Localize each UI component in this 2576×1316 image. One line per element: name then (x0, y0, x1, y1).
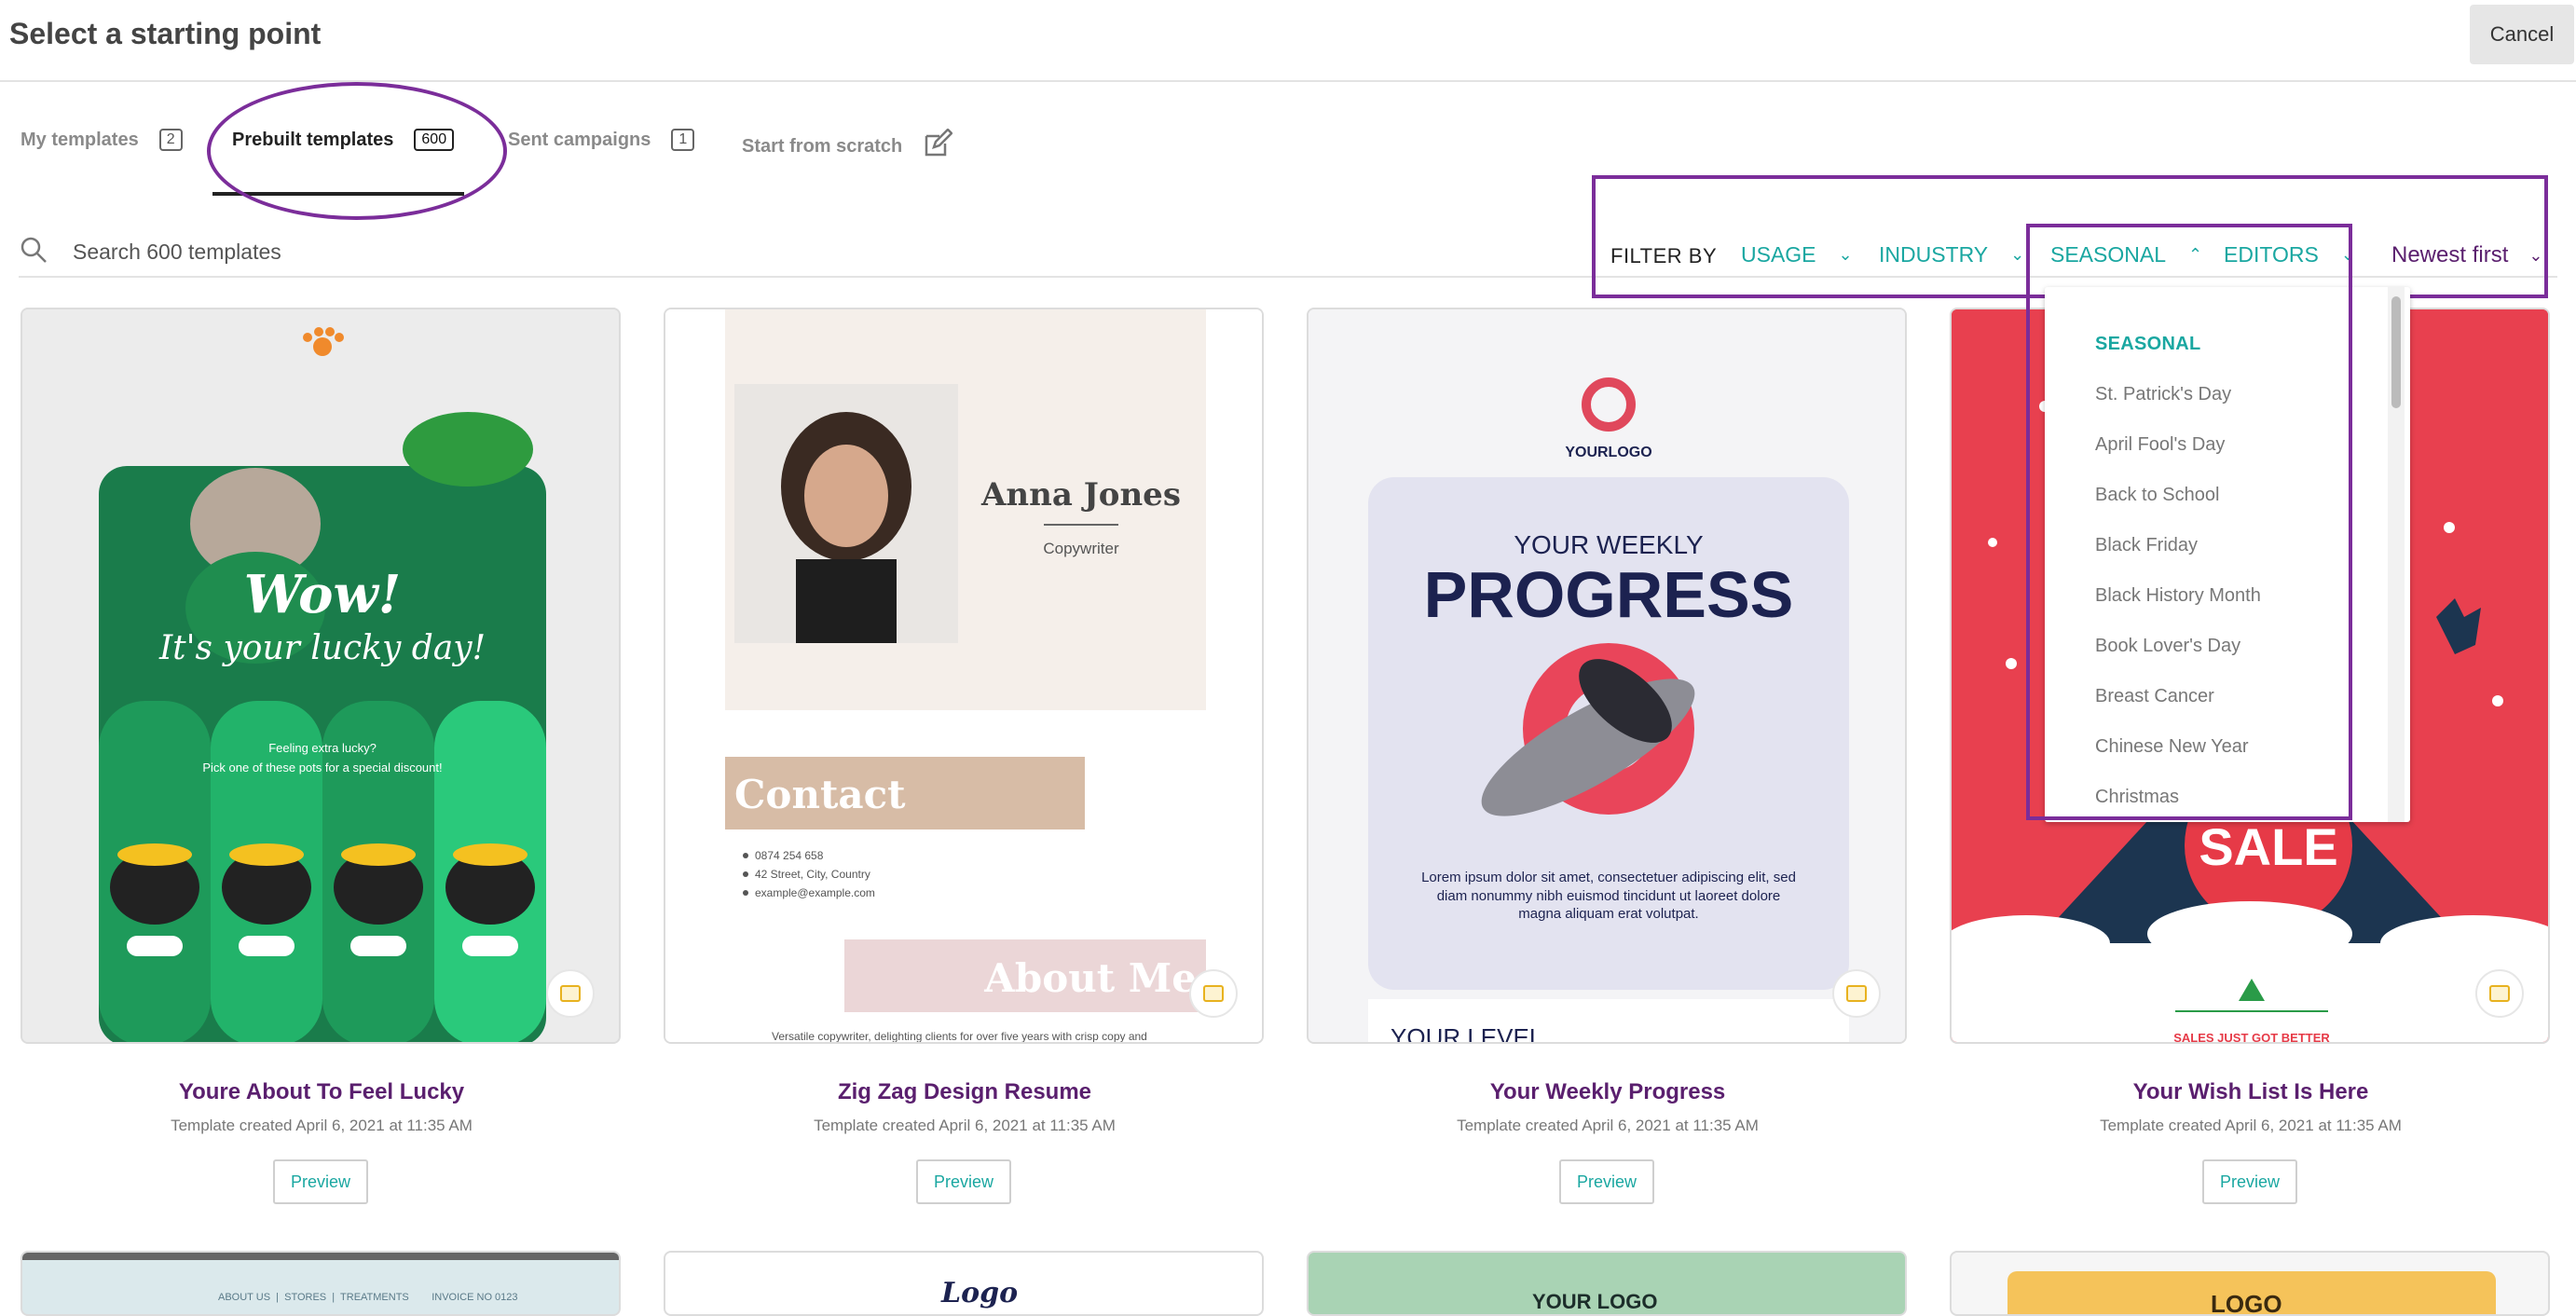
thumb-headline-1: Wow! (244, 564, 401, 625)
template-meta: Template created April 6, 2021 at 11:35 … (2100, 1117, 2402, 1134)
template-meta: Template created April 6, 2021 at 11:35 … (814, 1117, 1116, 1134)
template-meta: Template created April 6, 2021 at 11:35 … (171, 1117, 473, 1134)
thumb-person-name: Anna Jones (980, 476, 1181, 514)
edit-icon (923, 128, 954, 164)
tab-label: Sent campaigns (508, 129, 651, 150)
tab-label: My templates (21, 129, 139, 150)
thumb-body: Lorem ipsum dolor sit amet, consectetuer… (1421, 870, 1796, 922)
template-type-icon (1832, 969, 1881, 1018)
preview-button[interactable]: Preview (273, 1159, 368, 1204)
tab-label: Start from scratch (742, 135, 903, 157)
thumb-bio: Versatile copywriter, delighting clients… (772, 1030, 1147, 1043)
thumb-body-2: Pick one of these pots for a special dis… (202, 761, 442, 775)
template-name: Your Weekly Progress (1489, 1079, 1726, 1104)
thumb-text: ABOUT US | STORES | TREATMENTS INVOICE N… (218, 1292, 518, 1303)
thumb-kicker: YOUR WEEKLY (1514, 530, 1704, 559)
template-card-resume[interactable]: Anna Jones Copywriter Contact 0874 254 6… (664, 308, 1264, 1044)
thumb-footer: YOUR LEVEL (1391, 1023, 1542, 1044)
template-card-row2-2[interactable]: Logo (664, 1251, 1264, 1316)
template-type-icon (546, 969, 595, 1018)
tab-count: 2 (158, 129, 183, 151)
thumb-text: LOGO (2211, 1290, 2282, 1316)
template-thumbnail: Wow! It's your lucky day! Feeling extra … (22, 309, 619, 1042)
thumb-phone: 0874 254 658 (755, 849, 824, 862)
template-meta: Template created April 6, 2021 at 11:35 … (1457, 1117, 1759, 1134)
thumb-role: Copywriter (1043, 540, 1119, 557)
template-name: Youre About To Feel Lucky (178, 1079, 465, 1104)
scrollbar-thumb[interactable] (2391, 296, 2401, 408)
cancel-button[interactable]: Cancel (2470, 5, 2574, 64)
annotation-box-dropdown (2026, 224, 2352, 820)
preview-button[interactable]: Preview (916, 1159, 1011, 1204)
template-card-row2-4[interactable]: LOGO (1950, 1251, 2550, 1316)
thumb-strip (22, 1253, 619, 1260)
top-bar: Select a starting point Cancel (0, 0, 2576, 82)
tab-my-templates[interactable]: My templates 2 (21, 129, 183, 151)
thumb-about: About Me (983, 955, 1197, 1001)
thumb-text: YOUR LOGO (1532, 1290, 1658, 1313)
template-card-lucky[interactable]: Wow! It's your lucky day! Feeling extra … (21, 308, 621, 1044)
template-type-icon (1189, 969, 1238, 1018)
thumb-address: 42 Street, City, Country (755, 868, 870, 881)
thumb-logo: YOURLOGO (1565, 445, 1651, 460)
thumb-contact: Contact (734, 772, 906, 817)
template-card-progress[interactable]: YOURLOGO YOUR WEEKLY PROGRESS Lorem ipsu… (1307, 308, 1907, 1044)
thumb-sale: SALE (2199, 817, 2337, 876)
template-card-row2-3[interactable]: YOUR LOGO (1307, 1251, 1907, 1316)
search-bar[interactable]: Search 600 templates (19, 235, 281, 269)
search-input[interactable]: Search 600 templates (73, 240, 281, 265)
template-name: Zig Zag Design Resume (837, 1079, 1092, 1104)
page-title: Select a starting point (9, 17, 322, 50)
thumb-email: example@example.com (755, 886, 875, 899)
search-icon (19, 235, 48, 269)
preview-button[interactable]: Preview (2202, 1159, 2297, 1204)
thumb-tagline: SALES JUST GOT BETTER (2173, 1031, 2330, 1044)
thumb-body-1: Feeling extra lucky? (268, 741, 377, 755)
tab-sent-campaigns[interactable]: Sent campaigns 1 (508, 129, 695, 151)
annotation-circle (207, 82, 507, 220)
tab-start-from-scratch[interactable]: Start from scratch (742, 128, 954, 164)
template-card-row2-1[interactable]: ABOUT US | STORES | TREATMENTS INVOICE N… (21, 1251, 621, 1316)
template-name: Your Wish List Is Here (2132, 1079, 2369, 1104)
template-type-icon (2475, 969, 2524, 1018)
tab-count: 1 (671, 129, 695, 151)
thumb-headline: PROGRESS (1424, 558, 1794, 631)
template-thumbnail: Anna Jones Copywriter Contact 0874 254 6… (665, 309, 1262, 1043)
template-thumbnail: YOURLOGO YOUR WEEKLY PROGRESS Lorem ipsu… (1309, 309, 1905, 1044)
thumb-headline-2: It's your lucky day! (158, 629, 486, 667)
preview-button[interactable]: Preview (1559, 1159, 1654, 1204)
